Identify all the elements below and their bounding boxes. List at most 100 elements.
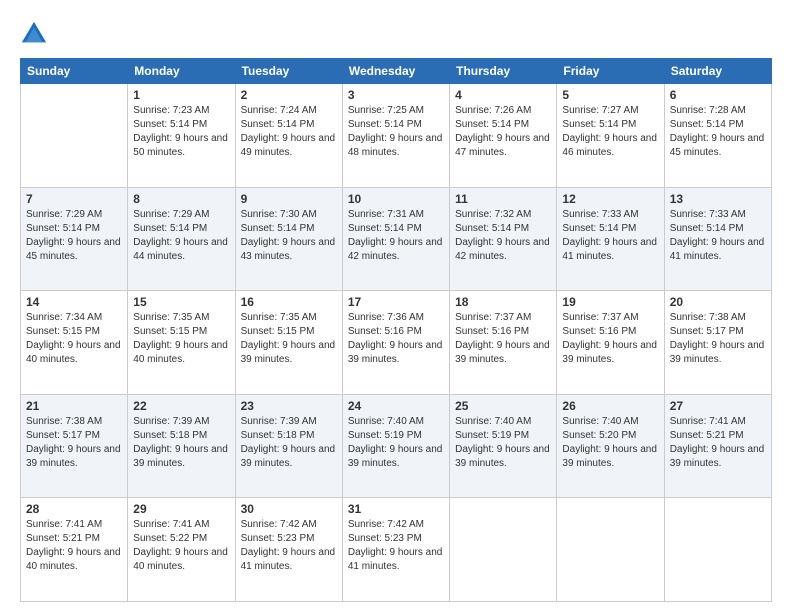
- day-number: 17: [348, 295, 444, 309]
- day-number: 15: [133, 295, 229, 309]
- day-number: 9: [241, 192, 337, 206]
- day-number: 29: [133, 502, 229, 516]
- day-info: Sunrise: 7:28 AM Sunset: 5:14 PM Dayligh…: [670, 104, 766, 160]
- calendar-cell: 25 Sunrise: 7:40 AM Sunset: 5:19 PM Dayli…: [450, 394, 557, 498]
- day-info: Sunrise: 7:34 AM Sunset: 5:15 PM Dayligh…: [26, 311, 122, 367]
- calendar-cell: 5 Sunrise: 7:27 AM Sunset: 5:14 PM Daylig…: [557, 84, 664, 188]
- day-info: Sunrise: 7:38 AM Sunset: 5:17 PM Dayligh…: [670, 311, 766, 367]
- calendar-cell: 15 Sunrise: 7:35 AM Sunset: 5:15 PM Dayli…: [128, 291, 235, 395]
- calendar-cell: 12 Sunrise: 7:33 AM Sunset: 5:14 PM Dayli…: [557, 187, 664, 291]
- day-number: 5: [562, 88, 658, 102]
- day-info: Sunrise: 7:39 AM Sunset: 5:18 PM Dayligh…: [133, 415, 229, 471]
- weekday-header: Tuesday: [235, 59, 342, 84]
- day-info: Sunrise: 7:30 AM Sunset: 5:14 PM Dayligh…: [241, 208, 337, 264]
- day-info: Sunrise: 7:33 AM Sunset: 5:14 PM Dayligh…: [670, 208, 766, 264]
- day-number: 7: [26, 192, 122, 206]
- day-number: 25: [455, 399, 551, 413]
- calendar-cell: 11 Sunrise: 7:32 AM Sunset: 5:14 PM Dayli…: [450, 187, 557, 291]
- calendar-cell: 2Sunrise: 7:24 AM Sunset: 5:14 PM Daylig…: [235, 84, 342, 188]
- day-info: Sunrise: 7:35 AM Sunset: 5:15 PM Dayligh…: [241, 311, 337, 367]
- weekday-header: Monday: [128, 59, 235, 84]
- day-number: 31: [348, 502, 444, 516]
- weekday-header-row: SundayMondayTuesdayWednesdayThursdayFrid…: [21, 59, 772, 84]
- day-number: 6: [670, 88, 766, 102]
- day-info: Sunrise: 7:31 AM Sunset: 5:14 PM Dayligh…: [348, 208, 444, 264]
- day-number: 24: [348, 399, 444, 413]
- day-number: 26: [562, 399, 658, 413]
- day-info: Sunrise: 7:40 AM Sunset: 5:19 PM Dayligh…: [348, 415, 444, 471]
- calendar-cell: 18Sunrise: 7:37 AM Sunset: 5:16 PM Dayli…: [450, 291, 557, 395]
- day-info: Sunrise: 7:40 AM Sunset: 5:19 PM Dayligh…: [455, 415, 551, 471]
- calendar-cell: 31 Sunrise: 7:42 AM Sunset: 5:23 PM Dayli…: [342, 498, 449, 602]
- calendar-cell: 28 Sunrise: 7:41 AM Sunset: 5:21 PM Dayli…: [21, 498, 128, 602]
- calendar-cell: 10Sunrise: 7:31 AM Sunset: 5:14 PM Dayli…: [342, 187, 449, 291]
- day-info: Sunrise: 7:25 AM Sunset: 5:14 PM Dayligh…: [348, 104, 444, 160]
- day-number: 4: [455, 88, 551, 102]
- day-info: Sunrise: 7:29 AM Sunset: 5:14 PM Dayligh…: [26, 208, 122, 264]
- day-info: Sunrise: 7:35 AM Sunset: 5:15 PM Dayligh…: [133, 311, 229, 367]
- calendar-cell: 26 Sunrise: 7:40 AM Sunset: 5:20 PM Dayli…: [557, 394, 664, 498]
- day-info: Sunrise: 7:42 AM Sunset: 5:23 PM Dayligh…: [241, 518, 337, 574]
- calendar-cell: 21 Sunrise: 7:38 AM Sunset: 5:17 PM Dayli…: [21, 394, 128, 498]
- day-number: 13: [670, 192, 766, 206]
- day-info: Sunrise: 7:41 AM Sunset: 5:22 PM Dayligh…: [133, 518, 229, 574]
- day-number: 8: [133, 192, 229, 206]
- day-number: 19: [562, 295, 658, 309]
- day-info: Sunrise: 7:37 AM Sunset: 5:16 PM Dayligh…: [562, 311, 658, 367]
- header: [20, 16, 772, 48]
- calendar-cell: 19 Sunrise: 7:37 AM Sunset: 5:16 PM Dayli…: [557, 291, 664, 395]
- calendar-week-row: 7 Sunrise: 7:29 AM Sunset: 5:14 PM Daylig…: [21, 187, 772, 291]
- calendar-cell: 7 Sunrise: 7:29 AM Sunset: 5:14 PM Daylig…: [21, 187, 128, 291]
- calendar-cell: 16Sunrise: 7:35 AM Sunset: 5:15 PM Dayli…: [235, 291, 342, 395]
- day-number: 27: [670, 399, 766, 413]
- calendar-cell: [664, 498, 771, 602]
- calendar-week-row: 28 Sunrise: 7:41 AM Sunset: 5:21 PM Dayli…: [21, 498, 772, 602]
- day-info: Sunrise: 7:29 AM Sunset: 5:14 PM Dayligh…: [133, 208, 229, 264]
- day-info: Sunrise: 7:32 AM Sunset: 5:14 PM Dayligh…: [455, 208, 551, 264]
- calendar-cell: 30Sunrise: 7:42 AM Sunset: 5:23 PM Dayli…: [235, 498, 342, 602]
- day-number: 3: [348, 88, 444, 102]
- calendar-cell: 27 Sunrise: 7:41 AM Sunset: 5:21 PM Dayli…: [664, 394, 771, 498]
- day-info: Sunrise: 7:26 AM Sunset: 5:14 PM Dayligh…: [455, 104, 551, 160]
- day-number: 11: [455, 192, 551, 206]
- logo: [20, 20, 52, 48]
- calendar-cell: 22Sunrise: 7:39 AM Sunset: 5:18 PM Dayli…: [128, 394, 235, 498]
- day-info: Sunrise: 7:38 AM Sunset: 5:17 PM Dayligh…: [26, 415, 122, 471]
- day-info: Sunrise: 7:41 AM Sunset: 5:21 PM Dayligh…: [670, 415, 766, 471]
- calendar-cell: 17Sunrise: 7:36 AM Sunset: 5:16 PM Dayli…: [342, 291, 449, 395]
- calendar-cell: [21, 84, 128, 188]
- day-info: Sunrise: 7:42 AM Sunset: 5:23 PM Dayligh…: [348, 518, 444, 574]
- calendar-week-row: 21 Sunrise: 7:38 AM Sunset: 5:17 PM Dayli…: [21, 394, 772, 498]
- day-info: Sunrise: 7:37 AM Sunset: 5:16 PM Dayligh…: [455, 311, 551, 367]
- calendar: SundayMondayTuesdayWednesdayThursdayFrid…: [20, 58, 772, 602]
- day-info: Sunrise: 7:41 AM Sunset: 5:21 PM Dayligh…: [26, 518, 122, 574]
- weekday-header: Thursday: [450, 59, 557, 84]
- calendar-cell: 6 Sunrise: 7:28 AM Sunset: 5:14 PM Daylig…: [664, 84, 771, 188]
- calendar-cell: 29 Sunrise: 7:41 AM Sunset: 5:22 PM Dayli…: [128, 498, 235, 602]
- calendar-cell: 20 Sunrise: 7:38 AM Sunset: 5:17 PM Dayli…: [664, 291, 771, 395]
- calendar-cell: 8 Sunrise: 7:29 AM Sunset: 5:14 PM Daylig…: [128, 187, 235, 291]
- day-info: Sunrise: 7:40 AM Sunset: 5:20 PM Dayligh…: [562, 415, 658, 471]
- day-number: 28: [26, 502, 122, 516]
- weekday-header: Friday: [557, 59, 664, 84]
- day-number: 20: [670, 295, 766, 309]
- calendar-cell: 1 Sunrise: 7:23 AM Sunset: 5:14 PM Daylig…: [128, 84, 235, 188]
- calendar-cell: 3 Sunrise: 7:25 AM Sunset: 5:14 PM Daylig…: [342, 84, 449, 188]
- day-number: 12: [562, 192, 658, 206]
- day-number: 1: [133, 88, 229, 102]
- calendar-cell: 24 Sunrise: 7:40 AM Sunset: 5:19 PM Dayli…: [342, 394, 449, 498]
- calendar-cell: 4 Sunrise: 7:26 AM Sunset: 5:14 PM Daylig…: [450, 84, 557, 188]
- calendar-cell: 23Sunrise: 7:39 AM Sunset: 5:18 PM Dayli…: [235, 394, 342, 498]
- day-info: Sunrise: 7:33 AM Sunset: 5:14 PM Dayligh…: [562, 208, 658, 264]
- weekday-header: Saturday: [664, 59, 771, 84]
- day-number: 21: [26, 399, 122, 413]
- page: SundayMondayTuesdayWednesdayThursdayFrid…: [0, 0, 792, 612]
- calendar-cell: 9 Sunrise: 7:30 AM Sunset: 5:14 PM Daylig…: [235, 187, 342, 291]
- logo-icon: [20, 20, 48, 48]
- calendar-cell: 14 Sunrise: 7:34 AM Sunset: 5:15 PM Dayli…: [21, 291, 128, 395]
- weekday-header: Sunday: [21, 59, 128, 84]
- calendar-cell: [557, 498, 664, 602]
- day-info: Sunrise: 7:27 AM Sunset: 5:14 PM Dayligh…: [562, 104, 658, 160]
- day-info: Sunrise: 7:23 AM Sunset: 5:14 PM Dayligh…: [133, 104, 229, 160]
- day-number: 14: [26, 295, 122, 309]
